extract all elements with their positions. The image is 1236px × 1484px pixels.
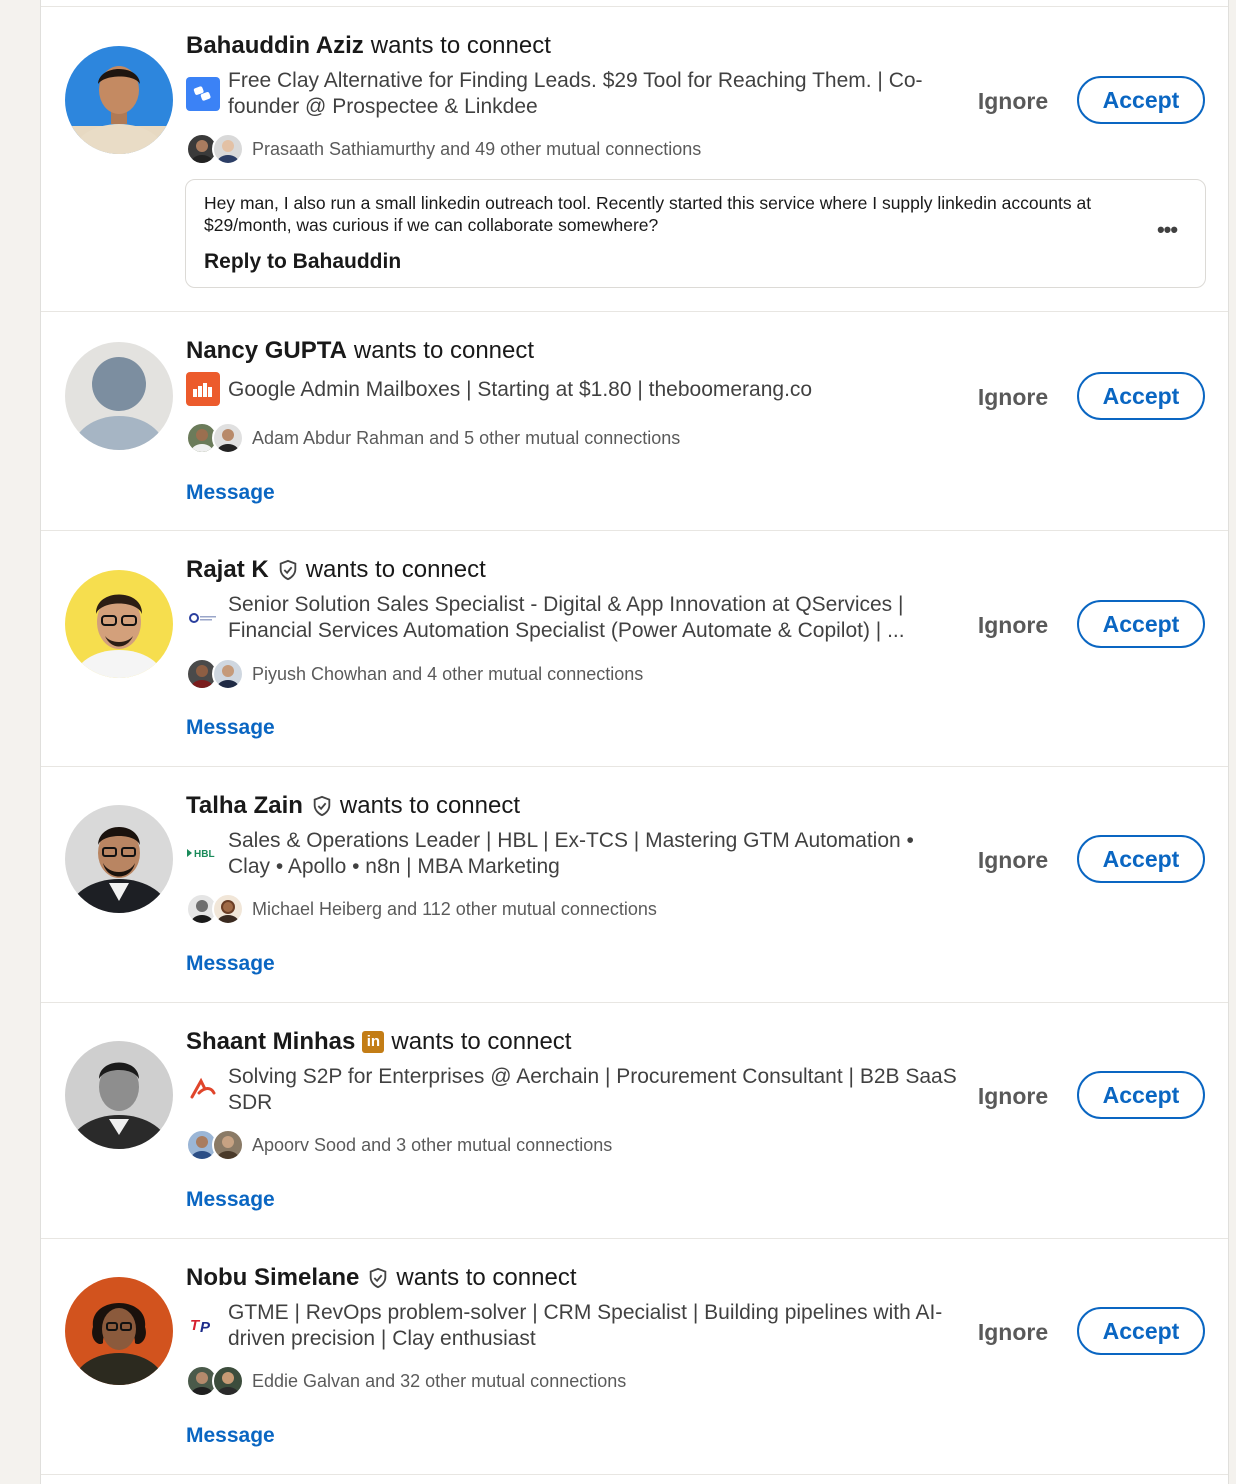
invitation-card: Rajat K wants to connect Senior Solution…	[41, 531, 1228, 767]
invitation-card: Talha Zain wants to connect HBL Sales & …	[41, 767, 1228, 1003]
accept-button[interactable]: Accept	[1077, 76, 1205, 124]
sender-headline: GTME | RevOps problem-solver | CRM Speci…	[228, 1301, 943, 1350]
company-logo	[186, 77, 220, 111]
mutual-connections[interactable]: Eddie Galvan and 32 other mutual connect…	[186, 1363, 626, 1399]
sender-name[interactable]: Talha Zain	[186, 791, 303, 821]
avatar[interactable]	[65, 1041, 173, 1149]
ignore-button[interactable]: Ignore	[971, 836, 1055, 884]
mutual-avatars	[186, 131, 248, 167]
mutual-avatar	[212, 1365, 244, 1397]
name-line: Bahauddin Aziz wants to connect	[186, 31, 551, 61]
message-button[interactable]: Message	[186, 716, 275, 740]
invitation-note: Hey man, I also run a small linkedin out…	[185, 179, 1206, 288]
mutual-avatars	[186, 420, 248, 456]
verified-icon	[367, 1267, 389, 1289]
note-text: Hey man, I also run a small linkedin out…	[204, 193, 1092, 235]
mutual-avatar	[212, 893, 244, 925]
mutual-avatar	[212, 422, 244, 454]
company-logo	[186, 601, 220, 635]
reply-button[interactable]: Reply to Bahauddin	[204, 250, 401, 274]
svg-text:P: P	[200, 1319, 211, 1335]
more-options-icon[interactable]: •••	[1153, 219, 1181, 244]
mutual-connections[interactable]: Prasaath Sathiamurthy and 49 other mutua…	[186, 131, 701, 167]
wants-to-connect: wants to connect	[391, 1028, 572, 1055]
sender-headline: Google Admin Mailboxes | Starting at $1.…	[228, 378, 813, 401]
verified-icon	[311, 795, 333, 817]
sender-headline: Solving S2P for Enterprises @ Aerchain |…	[228, 1065, 957, 1114]
mutual-avatar	[212, 133, 244, 165]
wants-to-connect: wants to connect	[370, 32, 551, 59]
premium-icon: in	[362, 1031, 385, 1053]
accept-button[interactable]: Accept	[1077, 1307, 1205, 1355]
sender-headline: Sales & Operations Leader | HBL | Ex-TCS…	[228, 829, 914, 878]
wants-to-connect: wants to connect	[396, 1264, 577, 1291]
mutual-avatars	[186, 656, 248, 692]
accept-button[interactable]: Accept	[1077, 372, 1205, 420]
company-logo	[186, 372, 220, 406]
wants-to-connect: wants to connect	[339, 792, 521, 819]
company-logo	[186, 1072, 220, 1106]
sender-name[interactable]: Shaant Minhas	[186, 1027, 355, 1057]
sender-name[interactable]: Nancy GUPTA	[186, 336, 347, 366]
mutual-connections-text: Prasaath Sathiamurthy and 49 other mutua…	[252, 138, 702, 159]
accept-button[interactable]: Accept	[1077, 1071, 1205, 1119]
svg-text:HBL: HBL	[194, 849, 215, 860]
avatar[interactable]	[65, 46, 173, 154]
name-line: Shaant Minhas in wants to connect	[186, 1027, 571, 1057]
avatar[interactable]	[65, 570, 173, 678]
mutual-connections-text: Piyush Chowhan and 4 other mutual connec…	[252, 663, 644, 684]
invitation-card: Nobu Simelane wants to connect TP GTME |…	[41, 1239, 1228, 1475]
name-line: Talha Zain wants to connect	[186, 791, 520, 821]
mutual-connections[interactable]: Adam Abdur Rahman and 5 other mutual con…	[186, 420, 680, 456]
invitations-panel: Bahauddin Aziz wants to connect Free Cla…	[40, 0, 1229, 1484]
mutual-connections-text: Adam Abdur Rahman and 5 other mutual con…	[252, 427, 681, 448]
mutual-connections[interactable]: Michael Heiberg and 112 other mutual con…	[186, 891, 657, 927]
wants-to-connect: wants to connect	[305, 556, 486, 583]
message-button[interactable]: Message	[186, 1424, 275, 1448]
mutual-connections-text: Apoorv Sood and 3 other mutual connectio…	[252, 1134, 613, 1155]
message-button[interactable]: Message	[186, 952, 275, 976]
invitation-card: Nancy GUPTA wants to connect Google Admi…	[41, 312, 1228, 531]
avatar[interactable]	[65, 1277, 173, 1385]
mutual-connections-text: Michael Heiberg and 112 other mutual con…	[252, 898, 657, 919]
mutual-avatars	[186, 1127, 248, 1163]
ignore-button[interactable]: Ignore	[971, 1072, 1055, 1120]
mutual-avatar	[212, 1129, 244, 1161]
avatar[interactable]	[65, 342, 173, 450]
accept-button[interactable]: Accept	[1077, 600, 1205, 648]
name-line: Nancy GUPTA wants to connect	[186, 336, 534, 366]
message-button[interactable]: Message	[186, 481, 275, 505]
verified-icon	[277, 559, 299, 581]
company-logo: HBL	[186, 836, 220, 870]
company-logo: TP	[186, 1308, 220, 1342]
mutual-avatars	[186, 891, 248, 927]
invitation-card: Shaant Minhas in wants to connect Solvin…	[41, 1003, 1228, 1239]
name-line: Nobu Simelane wants to connect	[186, 1263, 576, 1293]
ignore-button[interactable]: Ignore	[971, 77, 1055, 125]
wants-to-connect: wants to connect	[353, 337, 535, 364]
sender-name[interactable]: Rajat K	[186, 555, 269, 585]
mutual-connections[interactable]: Apoorv Sood and 3 other mutual connectio…	[186, 1127, 612, 1163]
ignore-button[interactable]: Ignore	[971, 1308, 1055, 1356]
sender-name[interactable]: Bahauddin Aziz	[186, 31, 364, 61]
mutual-connections-text: Eddie Galvan and 32 other mutual connect…	[252, 1370, 627, 1391]
avatar[interactable]	[65, 805, 173, 913]
ignore-button[interactable]: Ignore	[971, 601, 1055, 649]
mutual-avatar	[212, 658, 244, 690]
invitation-card: Bahauddin Aziz wants to connect Free Cla…	[41, 7, 1228, 312]
mutual-connections[interactable]: Piyush Chowhan and 4 other mutual connec…	[186, 656, 643, 692]
sender-name[interactable]: Nobu Simelane	[186, 1263, 359, 1293]
ignore-button[interactable]: Ignore	[971, 373, 1055, 421]
sender-headline: Senior Solution Sales Specialist - Digit…	[228, 593, 905, 642]
accept-button[interactable]: Accept	[1077, 835, 1205, 883]
mutual-avatars	[186, 1363, 248, 1399]
message-button[interactable]: Message	[186, 1188, 275, 1212]
sender-headline: Free Clay Alternative for Finding Leads.…	[228, 69, 923, 118]
name-line: Rajat K wants to connect	[186, 555, 486, 585]
